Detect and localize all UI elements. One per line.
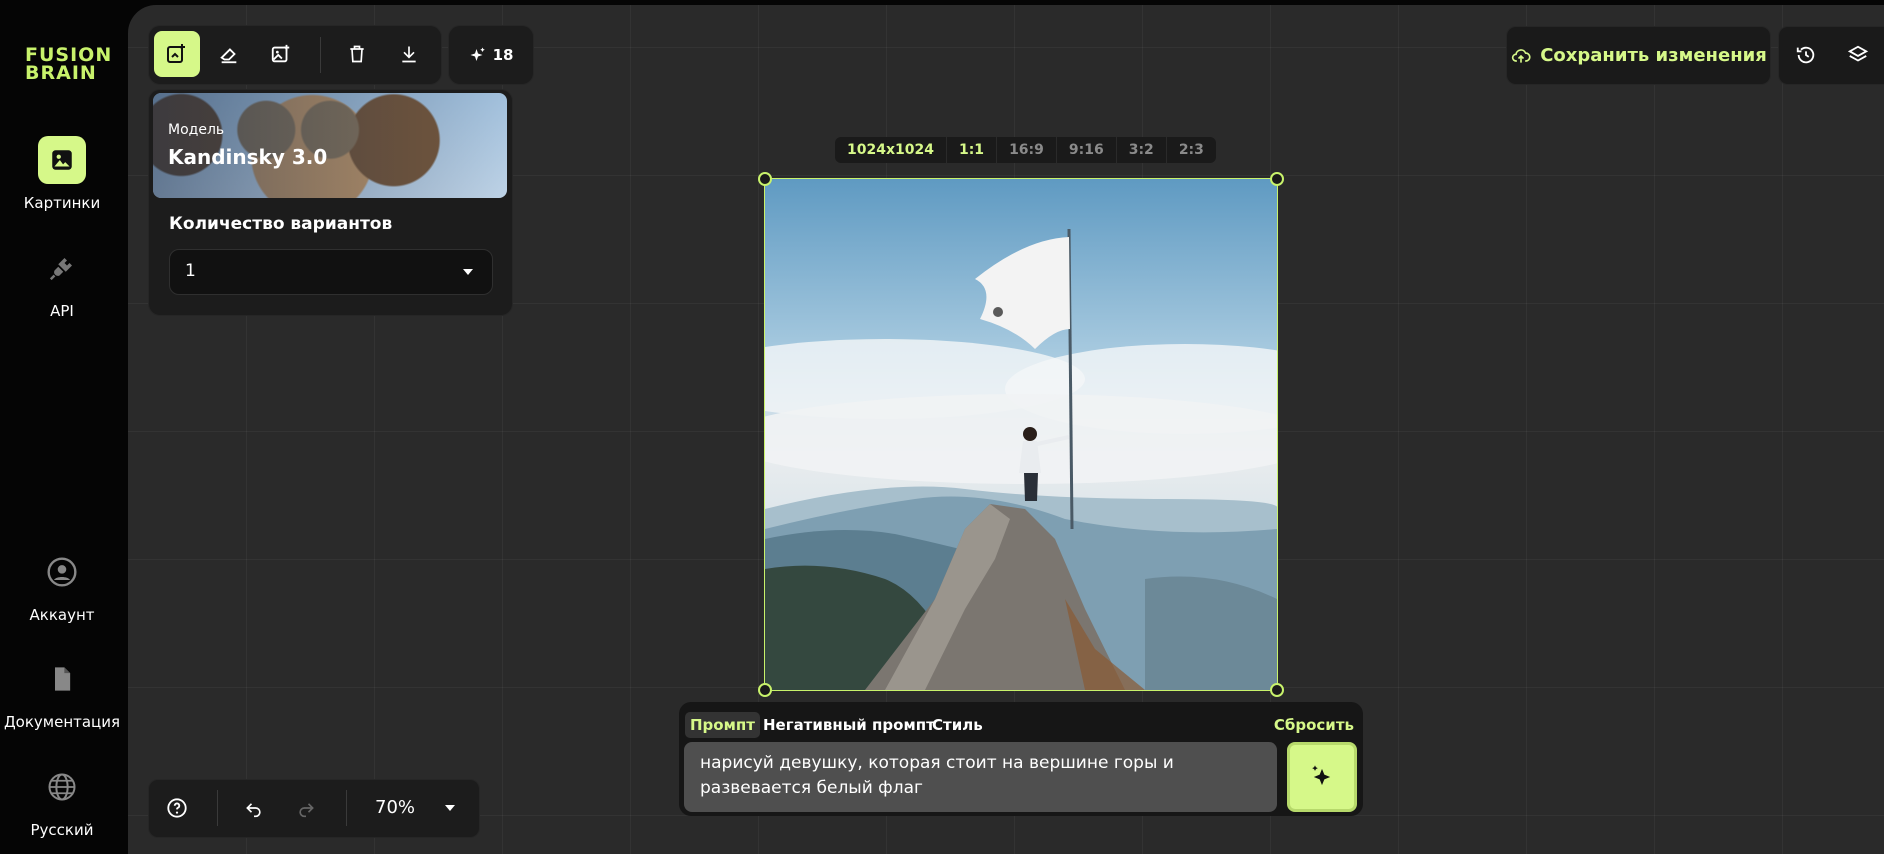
- sidebar-item-account[interactable]: Аккаунт: [0, 548, 124, 624]
- user-icon: [38, 548, 86, 596]
- variants-value: 1: [185, 261, 196, 281]
- variants-select[interactable]: 1: [169, 249, 493, 295]
- zoom-level[interactable]: 70%: [375, 797, 415, 818]
- credits-count: 18: [492, 46, 514, 64]
- help-button[interactable]: [154, 785, 200, 831]
- sidebar-item-api[interactable]: API: [0, 244, 124, 320]
- reset-button[interactable]: Сбросить: [1269, 712, 1359, 738]
- help-icon: [167, 798, 187, 818]
- prompt-text-line: нарисуй девушку, которая стоит на вершин…: [700, 753, 1174, 773]
- new-image-icon: [167, 44, 185, 63]
- layers-icon: [1847, 45, 1869, 62]
- trash-icon: [350, 45, 364, 63]
- redo-button[interactable]: [283, 785, 329, 831]
- sidebar-item-images[interactable]: Картинки: [0, 136, 124, 212]
- image-icon: [38, 136, 86, 184]
- toolbar-divider: [346, 790, 347, 826]
- sidebar-item-label: Документация: [3, 713, 121, 731]
- model-card[interactable]: Модель Kandinsky 3.0: [153, 93, 507, 198]
- download-button[interactable]: [386, 31, 432, 77]
- sidebar-item-docs[interactable]: Документация: [0, 655, 124, 731]
- ratio-option-1-1[interactable]: 1:1: [947, 137, 998, 163]
- resize-handle-top-left[interactable]: [758, 172, 772, 186]
- mountain-flag-illustration: [765, 179, 1277, 690]
- caret-down-icon[interactable]: [444, 804, 456, 812]
- undo-button[interactable]: [231, 785, 277, 831]
- history-icon: [1796, 46, 1815, 64]
- eraser-button[interactable]: [206, 31, 252, 77]
- brand-logo[interactable]: FUSION BRAIN: [25, 46, 112, 83]
- undo-icon: [246, 803, 261, 818]
- caret-down-icon: [463, 269, 473, 275]
- resize-handle-top-right[interactable]: [1270, 172, 1284, 186]
- tab-negative-prompt[interactable]: Негативный промпт: [758, 712, 940, 738]
- sidebar-item-language[interactable]: Русский: [0, 763, 124, 839]
- resize-handle-bottom-right[interactable]: [1270, 683, 1284, 697]
- model-caption: Модель: [168, 122, 225, 138]
- generate-button[interactable]: [1287, 742, 1357, 812]
- sidebar-item-label: Аккаунт: [29, 606, 95, 624]
- globe-icon: [38, 763, 86, 811]
- model-name: Kandinsky 3.0: [168, 145, 328, 169]
- credits-badge[interactable]: 18: [448, 25, 534, 85]
- eraser-icon: [220, 48, 237, 64]
- ratio-option-3-2[interactable]: 3:2: [1117, 137, 1167, 163]
- delete-button[interactable]: [334, 31, 380, 77]
- prompt-panel: Промпт Негативный промпт Стиль Сбросить …: [679, 702, 1363, 816]
- resize-handle-bottom-left[interactable]: [758, 683, 772, 697]
- image-edit-button[interactable]: [258, 31, 304, 77]
- history-button[interactable]: [1783, 32, 1829, 78]
- save-changes-label: Сохранить изменения: [1540, 45, 1767, 66]
- aspect-ratio-bar: 1024x1024 1:1 16:9 9:16 3:2 2:3: [835, 137, 1216, 163]
- redo-icon: [299, 803, 314, 818]
- toolbar-divider: [217, 790, 218, 826]
- tab-prompt[interactable]: Промпт: [685, 712, 760, 738]
- plug-icon: [38, 244, 86, 292]
- ratio-option-9-16[interactable]: 9:16: [1057, 137, 1117, 163]
- tab-style[interactable]: Стиль: [927, 712, 988, 738]
- bottom-toolbar: 70%: [148, 779, 480, 838]
- layers-button[interactable]: [1835, 32, 1881, 78]
- sparkle-icon: [1312, 765, 1331, 786]
- document-icon: [38, 655, 86, 703]
- generated-image[interactable]: [764, 178, 1278, 691]
- prompt-input[interactable]: нарисуй девушку, которая стоит на вершин…: [684, 742, 1277, 812]
- image-edit-icon: [271, 44, 290, 63]
- toolbar: [148, 25, 442, 85]
- ratio-option-16-9[interactable]: 16:9: [997, 137, 1057, 163]
- variants-label: Количество вариантов: [169, 214, 393, 234]
- new-image-button[interactable]: [154, 31, 200, 77]
- right-tools: [1778, 26, 1884, 85]
- sidebar: FUSION BRAIN Картинки API Аккаунт Докуме…: [0, 0, 128, 854]
- cloud-upload-icon: [1512, 48, 1531, 63]
- sidebar-item-label: Картинки: [23, 194, 101, 212]
- sparkle-icon: [470, 47, 485, 61]
- resolution-label: 1024x1024: [835, 137, 947, 163]
- prompt-text-line: развевается белый флаг: [700, 778, 923, 798]
- sidebar-item-label: Русский: [30, 821, 94, 839]
- ratio-option-2-3[interactable]: 2:3: [1167, 137, 1216, 163]
- download-icon: [402, 46, 416, 63]
- sidebar-item-label: API: [50, 302, 74, 320]
- toolbar-divider: [320, 37, 321, 73]
- save-changes-button[interactable]: Сохранить изменения: [1506, 26, 1771, 85]
